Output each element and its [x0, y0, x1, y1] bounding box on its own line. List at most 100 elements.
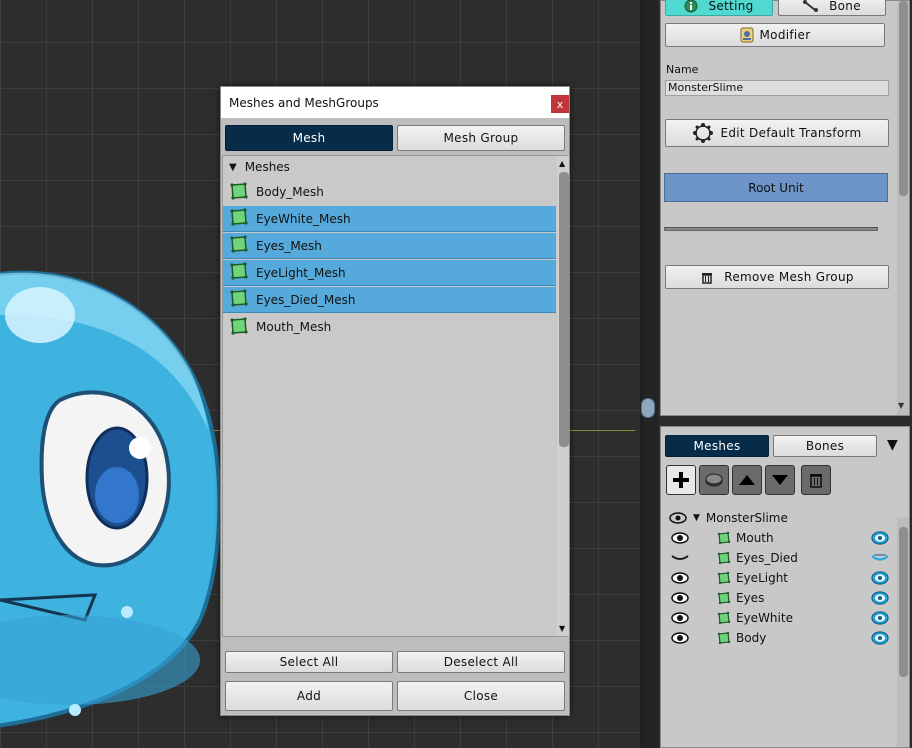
panel-splitter[interactable]	[640, 0, 658, 748]
eye-icon[interactable]	[671, 631, 689, 645]
move-up-button[interactable]	[732, 465, 762, 495]
clipping-button[interactable]	[699, 465, 729, 495]
hierarchy-item[interactable]: Eyes_Died	[717, 549, 798, 567]
remove-mesh-group-button[interactable]: Remove Mesh Group	[665, 265, 889, 289]
mesh-list-item[interactable]: Body_Mesh	[223, 179, 556, 205]
mesh-icon	[717, 591, 731, 605]
separator-bar	[664, 227, 878, 231]
tree-root-label: MonsterSlime	[705, 511, 788, 525]
expand-arrow-icon[interactable]: ▼	[693, 513, 700, 523]
splitter-handle[interactable]	[641, 398, 655, 418]
dialog-titlebar[interactable]: Meshes and MeshGroups x	[221, 87, 569, 118]
scroll-up-arrow-icon[interactable]: ▲	[559, 159, 565, 168]
collapse-arrow-icon[interactable]: ▼	[229, 162, 237, 173]
mesh-icon	[717, 631, 731, 645]
hierarchy-item-label: Body	[736, 631, 767, 645]
eye-icon[interactable]	[671, 531, 689, 545]
select-all-button[interactable]: Select All	[225, 651, 393, 673]
hierarchy-item-label: EyeLight	[736, 571, 789, 585]
hierarchy-item[interactable]: Eyes	[717, 589, 764, 607]
list-header[interactable]: ▼ Meshes	[229, 160, 290, 174]
tab-mesh[interactable]: Mesh	[225, 125, 393, 151]
mesh-icon	[229, 288, 249, 311]
render-visible-icon[interactable]	[871, 531, 889, 545]
modifier-label: Modifier	[759, 28, 811, 42]
eye-settings-icon[interactable]	[669, 511, 687, 525]
mesh-icon	[229, 316, 249, 339]
tab-meshes[interactable]: Meshes	[665, 435, 769, 457]
mesh-icon	[229, 234, 249, 257]
mesh-list-item[interactable]: EyeLight_Mesh	[223, 260, 556, 286]
hierarchy-item-label: Eyes	[736, 591, 765, 605]
modifier-button[interactable]: Modifier	[665, 23, 885, 47]
hierarchy-item[interactable]: EyeLight	[717, 569, 788, 587]
list-header-label: Meshes	[244, 160, 290, 174]
splitter-divider	[641, 0, 642, 748]
mesh-list-item-label: Eyes_Mesh	[256, 238, 322, 253]
mesh-list-item-label: EyeLight_Mesh	[256, 265, 346, 280]
tab-bones[interactable]: Bones	[773, 435, 877, 457]
hierarchy-item-label: Mouth	[736, 531, 774, 545]
mesh-icon	[229, 261, 249, 284]
eye-icon[interactable]	[671, 571, 689, 585]
hierarchy-item[interactable]: EyeWhite	[717, 609, 793, 627]
mesh-list-item[interactable]: Eyes_Died_Mesh	[223, 287, 556, 313]
hierarchy-item-label: Eyes_Died	[736, 551, 798, 565]
bone-tab-label: Bone	[829, 0, 861, 13]
mesh-list-item-label: Eyes_Died_Mesh	[256, 292, 356, 307]
hierarchy-panel: Meshes Bones ▼ ▼ MonsterSlime Mouth Eyes_…	[660, 426, 910, 748]
triangle-down-icon	[772, 475, 788, 485]
name-field[interactable]: MonsterSlime	[665, 80, 889, 96]
mesh-list-item[interactable]: Eyes_Mesh	[223, 233, 556, 259]
name-label: Name	[666, 63, 699, 76]
setting-tab-button[interactable]: Setting	[665, 0, 773, 16]
chevron-down-icon[interactable]: ▼	[887, 437, 898, 453]
bone-tab-button[interactable]: Bone	[778, 0, 886, 16]
hierarchy-scrollbar-thumb[interactable]	[899, 527, 908, 677]
render-visible-icon[interactable]	[871, 591, 889, 605]
edit-default-transform-button[interactable]: Edit Default Transform	[665, 119, 889, 147]
mesh-icon	[717, 611, 731, 625]
mesh-icon	[717, 571, 731, 585]
add-button[interactable]	[666, 465, 696, 495]
modifier-icon	[740, 27, 754, 43]
root-unit-item[interactable]: Root Unit	[664, 173, 888, 202]
mesh-list-item[interactable]: Mouth_Mesh	[223, 314, 556, 340]
hierarchy-item[interactable]: Mouth	[717, 529, 774, 547]
eye-icon[interactable]	[671, 591, 689, 605]
close-button[interactable]: Close	[397, 681, 565, 711]
edit-default-transform-label: Edit Default Transform	[720, 126, 862, 140]
render-visible-icon[interactable]	[871, 571, 889, 585]
scroll-down-arrow-icon[interactable]: ▼	[559, 624, 565, 633]
transform-icon	[693, 123, 714, 143]
mesh-list-scrollbar-thumb[interactable]	[559, 172, 569, 447]
render-hidden-icon[interactable]	[871, 551, 889, 565]
eye-closed-icon[interactable]	[671, 551, 689, 565]
mesh-list-item-label: EyeWhite_Mesh	[256, 211, 351, 226]
clipping-mask-icon	[705, 473, 723, 487]
move-down-button[interactable]	[765, 465, 795, 495]
render-visible-icon[interactable]	[871, 611, 889, 625]
tab-mesh-group[interactable]: Mesh Group	[397, 125, 565, 151]
render-visible-icon[interactable]	[871, 631, 889, 645]
mesh-list-item[interactable]: EyeWhite_Mesh	[223, 206, 556, 232]
delete-button[interactable]	[801, 465, 831, 495]
hierarchy-item-label: EyeWhite	[736, 611, 793, 625]
mesh-icon	[717, 531, 731, 545]
deselect-all-button[interactable]: Deselect All	[397, 651, 565, 673]
remove-mesh-group-label: Remove Mesh Group	[724, 270, 854, 284]
mesh-list-item-label: Mouth_Mesh	[256, 320, 332, 334]
mesh-icon	[717, 551, 731, 565]
triangle-up-icon	[739, 475, 755, 485]
tree-root-row[interactable]: ▼ MonsterSlime	[669, 509, 788, 527]
scroll-down-arrow-icon[interactable]: ▼	[898, 401, 904, 410]
inspector-scrollbar-thumb[interactable]	[899, 1, 908, 196]
add-button[interactable]: Add	[225, 681, 393, 711]
hierarchy-item[interactable]: Body	[717, 629, 766, 647]
plus-icon	[673, 472, 689, 488]
eye-icon[interactable]	[671, 611, 689, 625]
slime-character-preview	[0, 270, 222, 728]
mesh-icon	[229, 181, 249, 204]
mesh-list: ▼ Meshes Body_Mesh EyeWhite_Mesh Eyes_Mesh…	[222, 155, 569, 637]
close-icon[interactable]: x	[551, 95, 569, 113]
